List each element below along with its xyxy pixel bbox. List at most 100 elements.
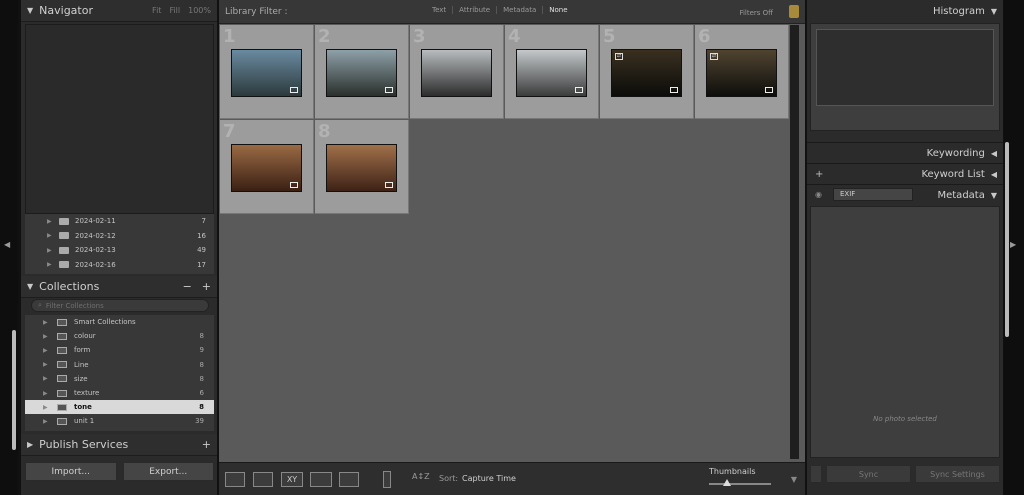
import-export-bar: Import... Export...	[25, 462, 214, 481]
collections-header[interactable]: ▼ Collections − +	[21, 276, 217, 298]
folder-icon	[59, 246, 69, 254]
sync-settings-button[interactable]: Sync Settings	[915, 465, 1000, 483]
lock-icon[interactable]	[789, 5, 799, 18]
grid-cell[interactable]: 5 ⇄	[600, 25, 694, 119]
photo-thumbnail[interactable]	[421, 49, 492, 97]
grid-cell[interactable]: 7	[220, 120, 314, 214]
filter-presets-dropdown[interactable]: Filters Off	[739, 9, 773, 17]
collection-count: 6	[199, 389, 204, 398]
grid-scrollbar[interactable]	[790, 25, 799, 459]
thumbnail-size-slider[interactable]	[709, 483, 771, 485]
slider-knob[interactable]	[723, 479, 731, 486]
expand-arrow-icon[interactable]: ▶	[47, 218, 59, 225]
expand-arrow-icon[interactable]: ▶	[43, 418, 57, 425]
auto-sync-toggle[interactable]	[810, 465, 822, 483]
expand-arrow-icon[interactable]: ▶	[43, 375, 57, 382]
filter-tab-none[interactable]: None	[543, 6, 573, 14]
folder-name: 2024-02-16	[75, 260, 116, 269]
folder-item[interactable]: ▶ 2024-02-13 49	[25, 243, 214, 258]
add-collection-button[interactable]: +	[202, 280, 211, 293]
filter-tab-attribute[interactable]: Attribute	[453, 6, 498, 14]
publish-services-header[interactable]: ▶ Publish Services +	[21, 434, 217, 456]
sync-metadata-button[interactable]: Sync	[826, 465, 911, 483]
keywording-title: Keywording	[926, 148, 985, 159]
add-publish-service-button[interactable]: +	[202, 438, 211, 451]
photo-thumbnail[interactable]: ⇄	[706, 49, 777, 97]
filter-tab-text[interactable]: Text	[426, 6, 454, 14]
photo-thumbnail[interactable]	[326, 144, 397, 192]
eye-icon[interactable]: ◉	[815, 190, 822, 199]
grid-cell[interactable]: 8	[315, 120, 409, 214]
photo-thumbnail[interactable]	[516, 49, 587, 97]
develop-edited-icon: ⇄	[710, 53, 718, 60]
collection-item-tone[interactable]: ▶ tone 8	[25, 400, 214, 415]
folder-name: 2024-02-11	[75, 217, 116, 226]
expand-arrow-icon[interactable]: ▶	[47, 232, 59, 239]
no-photo-message: No photo selected	[873, 415, 937, 423]
collection-item-smart-collections[interactable]: ▶ Smart Collections	[25, 315, 214, 329]
keyword-list-header[interactable]: + Keyword List ◀	[807, 163, 1003, 185]
zoom-100[interactable]: 100%	[188, 6, 211, 15]
grid-view-icon[interactable]	[225, 472, 245, 487]
publish-services-title: Publish Services	[39, 438, 129, 451]
folder-item[interactable]: ▶ 2024-02-16 17	[25, 258, 214, 273]
collection-item-unit-1[interactable]: ▶ unit 1 39	[25, 414, 214, 428]
grid-cell[interactable]: 6 ⇄	[695, 25, 789, 119]
collection-item-texture[interactable]: ▶ texture 6	[25, 386, 214, 400]
histogram-header[interactable]: Histogram ▼	[807, 0, 1003, 22]
expand-arrow-icon[interactable]: ▶	[43, 404, 57, 411]
expand-arrow-icon[interactable]: ▶	[43, 319, 57, 326]
collection-item-colour[interactable]: ▶ colour 8	[25, 329, 214, 343]
sort-order-dropdown[interactable]: Capture Time	[462, 474, 516, 483]
metadata-preset-select[interactable]: EXIF	[833, 188, 913, 201]
grid-cell[interactable]: 1	[220, 25, 314, 119]
collection-name: Smart Collections	[74, 318, 136, 327]
grid-cell[interactable]: 3	[410, 25, 504, 119]
collection-item-size[interactable]: ▶ size 8	[25, 372, 214, 386]
collapse-triangle-icon: ▼	[27, 6, 34, 15]
export-button[interactable]: Export...	[122, 462, 214, 481]
cell-index: 8	[318, 121, 331, 142]
compare-view-icon[interactable]: XY	[281, 472, 303, 487]
folder-list: ▶ 2024-02-11 7 ▶ 2024-02-12 16 ▶ 2024-02-13 49…	[25, 214, 214, 274]
add-keyword-button[interactable]: +	[815, 169, 823, 180]
grid-cell[interactable]: 2	[315, 25, 409, 119]
left-panel-scrollbar[interactable]	[12, 330, 16, 450]
expand-arrow-icon[interactable]: ▶	[47, 247, 59, 254]
collection-name: Line	[74, 360, 89, 369]
filter-tab-metadata[interactable]: Metadata	[497, 6, 544, 14]
cell-index: 4	[508, 26, 521, 47]
sort-direction-icon[interactable]: A↕Z	[412, 472, 432, 487]
histogram-title: Histogram	[932, 5, 985, 17]
people-view-icon[interactable]	[339, 472, 359, 487]
right-panel-scrollbar[interactable]	[1005, 142, 1009, 337]
expand-arrow-icon[interactable]: ▶	[47, 261, 59, 268]
expand-arrow-icon[interactable]: ▶	[43, 347, 57, 354]
collection-item-line[interactable]: ▶ Line 8	[25, 358, 214, 372]
expand-arrow-icon[interactable]: ▶	[43, 333, 57, 340]
expand-arrow-icon[interactable]: ▶	[43, 390, 57, 397]
remove-collection-button[interactable]: −	[183, 280, 192, 293]
collection-search-input[interactable]: ⌕ Filter Collections	[31, 299, 209, 312]
folder-item[interactable]: ▶ 2024-02-12 16	[25, 229, 214, 244]
navigator-header[interactable]: ▼ Navigator Fit Fill 100%	[21, 0, 217, 22]
zoom-fit[interactable]: Fit	[152, 6, 161, 15]
painter-icon[interactable]	[383, 471, 391, 488]
collection-icon	[57, 389, 67, 397]
grid-cell[interactable]: 4	[505, 25, 599, 119]
collection-item-form[interactable]: ▶ form 9	[25, 343, 214, 357]
import-button[interactable]: Import...	[25, 462, 117, 481]
photo-thumbnail[interactable]	[231, 144, 302, 192]
survey-view-icon[interactable]	[310, 472, 332, 487]
photo-thumbnail[interactable]	[231, 49, 302, 97]
develop-edited-icon: ⇄	[615, 53, 623, 60]
toolbar-options-dropdown-icon[interactable]: ▼	[791, 475, 797, 484]
zoom-fill[interactable]: Fill	[169, 6, 180, 15]
loupe-view-icon[interactable]	[253, 472, 273, 487]
photo-thumbnail[interactable]: ⇄	[611, 49, 682, 97]
expand-arrow-icon[interactable]: ▶	[43, 361, 57, 368]
keywording-header[interactable]: Keywording ◀	[807, 142, 1003, 164]
collection-count: 8	[199, 332, 204, 341]
photo-thumbnail[interactable]	[326, 49, 397, 97]
folder-item[interactable]: ▶ 2024-02-11 7	[25, 214, 214, 229]
